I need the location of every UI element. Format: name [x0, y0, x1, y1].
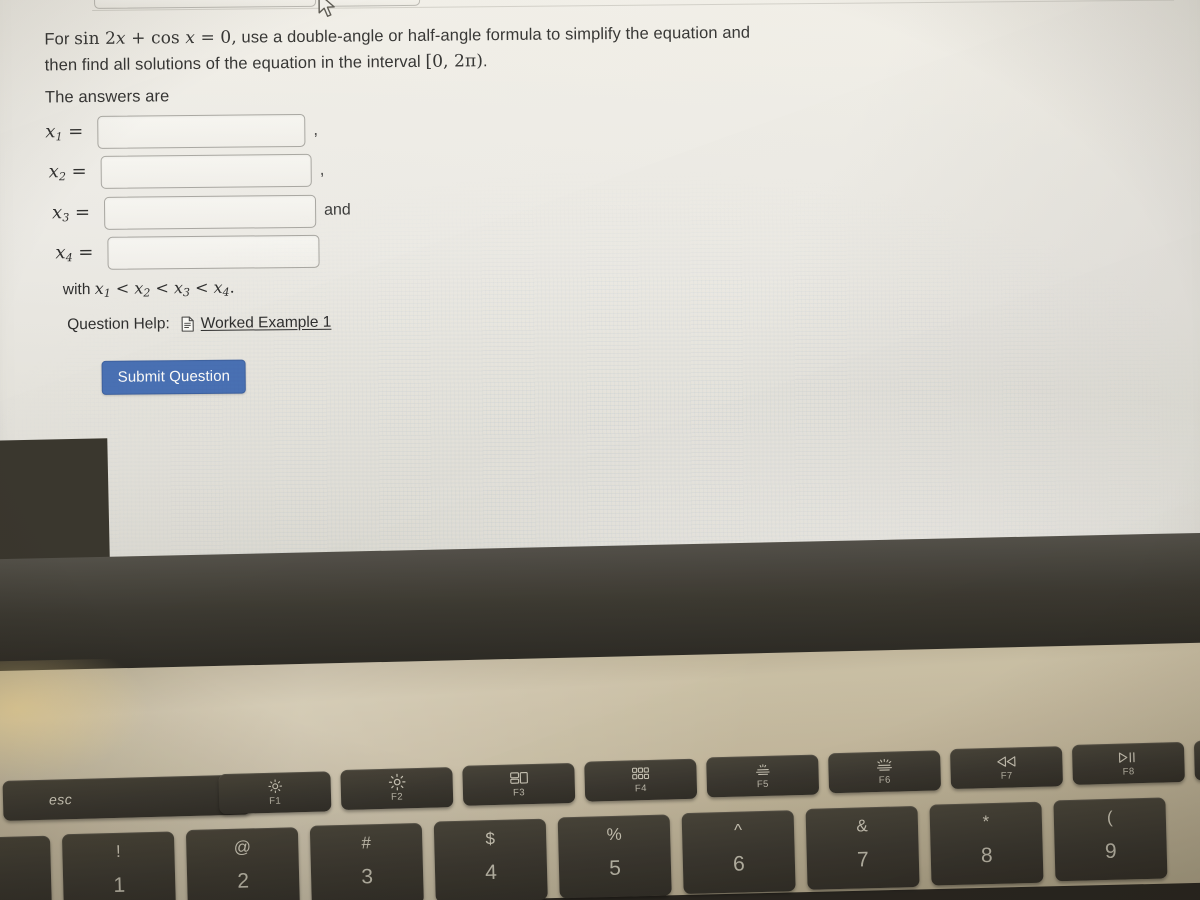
question-line-2: then find all solutions of the equation …: [45, 49, 488, 78]
key-f5-label: F5: [756, 778, 769, 790]
question-help: Question Help: Worked Example 1: [67, 314, 331, 335]
launchpad-icon: [631, 766, 650, 780]
key-5[interactable]: % 5: [557, 814, 672, 899]
answer-suffix-2: ,: [319, 159, 325, 179]
answer-label-4: x4 =: [55, 241, 94, 265]
key-f8-label: F8: [1122, 765, 1135, 778]
key-f6[interactable]: F6: [828, 750, 942, 794]
key-7[interactable]: & 7: [805, 805, 920, 890]
brightness-up-icon: [388, 773, 406, 791]
answer-row-1: x1 = ,: [45, 113, 318, 150]
answer-label-3: x3 =: [52, 202, 91, 225]
play-pause-icon: [1118, 750, 1138, 765]
key-esc-label: esc: [48, 791, 73, 808]
worked-example-link[interactable]: Worked Example 1: [201, 314, 332, 333]
key-8[interactable]: * 8: [929, 801, 1044, 886]
key-1-bottom: 1: [113, 873, 126, 898]
ordering-note: with x1 < x2 < x3 < x4.: [62, 277, 235, 300]
key-f3-label: F3: [512, 786, 526, 799]
ordering-note-prefix: with: [62, 280, 95, 299]
document-icon: [181, 316, 194, 332]
key-f7-label: F7: [1000, 769, 1013, 782]
answer-row-2: x2 = ,: [49, 153, 325, 190]
key-7-top: &: [856, 816, 868, 836]
key-f7[interactable]: F7: [950, 746, 1064, 790]
question-line-1-prefix: For: [44, 30, 75, 49]
key-4-bottom: 4: [484, 860, 498, 885]
key-6-top: ^: [733, 820, 743, 840]
answer-row-4: x4 =: [55, 234, 320, 271]
question-line-1: For sin 2x + cos x = 0, use a double-ang…: [44, 21, 750, 53]
brightness-down-icon: [267, 779, 282, 794]
key-2-top: @: [233, 837, 252, 857]
key-9-top: (: [1106, 807, 1113, 827]
answer-input-1[interactable]: [97, 113, 306, 149]
key-7-bottom: 7: [856, 848, 870, 872]
rewind-icon: [996, 754, 1016, 769]
key-9-bottom: 9: [1104, 839, 1117, 864]
answer-label-2: x2 =: [48, 161, 87, 184]
key-3-bottom: 3: [361, 865, 374, 889]
key-3[interactable]: # 3: [309, 822, 424, 900]
key-f3[interactable]: F3: [462, 762, 576, 806]
toolbar-button-partial[interactable]: [325, 0, 421, 7]
question-line-2-prefix: then find all solutions of the equation …: [44, 52, 426, 75]
key-1[interactable]: ! 1: [61, 831, 177, 900]
key-f2[interactable]: F2: [340, 767, 454, 811]
key-f9[interactable]: [1193, 738, 1200, 781]
key-3-top: #: [361, 833, 372, 853]
key-esc[interactable]: esc: [2, 774, 252, 821]
key-f5[interactable]: F5: [706, 754, 820, 798]
keyboard-brightness-down-icon: [753, 762, 772, 776]
key-4[interactable]: $ 4: [433, 818, 548, 900]
question-equation: sin 2x + cos x = 0,: [74, 27, 237, 50]
key-backtick[interactable]: ~ `: [0, 835, 53, 900]
key-f8[interactable]: F8: [1071, 741, 1185, 785]
keyboard-brightness-up-icon: [874, 758, 894, 773]
key-f6-label: F6: [878, 774, 891, 786]
answer-suffix-1: ,: [313, 119, 319, 139]
key-1-top: !: [115, 841, 122, 861]
browser-page-content: For sin 2x + cos x = 0, use a double-ang…: [14, 0, 1175, 602]
key-8-bottom: 8: [980, 844, 993, 868]
answer-input-4[interactable]: [107, 234, 320, 270]
key-6[interactable]: ^ 6: [681, 810, 796, 895]
key-8-top: *: [982, 812, 990, 832]
answer-input-3[interactable]: [103, 194, 317, 230]
key-4-top: $: [485, 829, 496, 849]
key-9[interactable]: ( 9: [1053, 797, 1168, 882]
key-f4[interactable]: F4: [584, 758, 698, 802]
key-f1-label: F1: [269, 795, 282, 807]
key-f2-label: F2: [390, 790, 404, 803]
question-help-label: Question Help:: [67, 315, 170, 334]
answer-row-3: x3 = and: [52, 194, 351, 231]
key-2[interactable]: @ 2: [185, 827, 300, 900]
laptop-screen: For sin 2x + cos x = 0, use a double-ang…: [0, 0, 1200, 620]
answer-input-2[interactable]: [100, 153, 312, 189]
mouse-cursor-icon: [318, 0, 335, 17]
key-f4-label: F4: [634, 782, 647, 794]
key-5-top: %: [606, 824, 622, 845]
key-5-bottom: 5: [608, 856, 622, 881]
key-f1[interactable]: F1: [218, 771, 332, 815]
question-interval: [0, 2π): [425, 51, 484, 72]
question-line-1-rest: use a double-angle or half-angle formula…: [236, 23, 751, 47]
key-2-bottom: 2: [237, 869, 250, 893]
answer-label-1: x1 =: [45, 121, 84, 144]
photo-scene: For sin 2x + cos x = 0, use a double-ang…: [0, 0, 1200, 900]
mission-control-icon: [509, 771, 528, 785]
submit-question-button[interactable]: Submit Question: [101, 359, 247, 395]
answer-suffix-3: and: [324, 201, 351, 219]
question-line-2-suffix: .: [482, 52, 488, 71]
key-6-bottom: 6: [732, 852, 746, 876]
answers-prompt: The answers are: [44, 87, 170, 107]
